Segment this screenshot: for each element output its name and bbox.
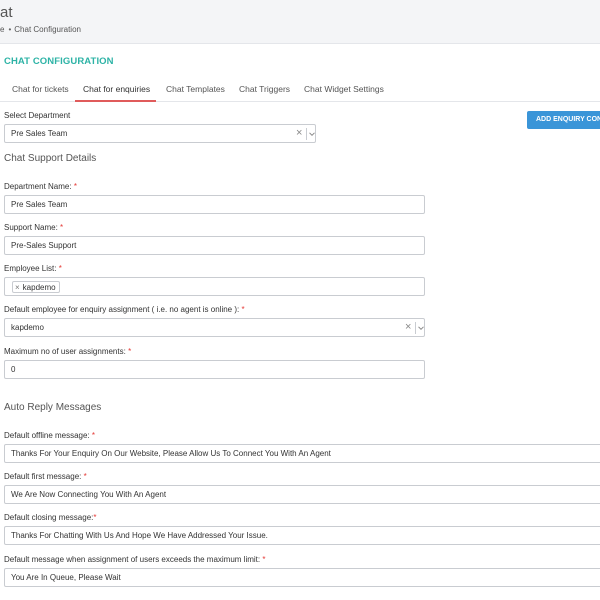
auto-reply-heading: Auto Reply Messages — [4, 402, 102, 413]
remove-tag-icon[interactable]: × — [15, 283, 20, 292]
chat-support-details-heading: Chat Support Details — [4, 153, 97, 164]
active-tab-indicator — [75, 100, 156, 102]
required-marker: * — [128, 347, 132, 356]
tab-chat-for-enquiries[interactable]: Chat for enquiries — [83, 84, 150, 94]
select-department-label: Select Department — [4, 111, 71, 120]
tab-bar: Chat for tickets Chat for enquiries Chat… — [0, 80, 600, 102]
department-name-field[interactable]: Pre Sales Team — [4, 195, 425, 214]
default-employee-select[interactable]: kapdemo × — [4, 318, 425, 337]
first-message-label: Default first message: * — [4, 472, 87, 481]
max-assignments-label: Maximum no of user assignments: * — [4, 347, 132, 356]
queue-message-field[interactable]: You Are In Queue, Please Wait — [4, 568, 600, 587]
required-marker: * — [60, 223, 64, 232]
queue-message-label: Default message when assignment of users… — [4, 555, 266, 564]
required-marker: * — [91, 431, 96, 440]
employee-list-label: Employee List: * — [4, 264, 62, 273]
default-employee-label: Default employee for enquiry assignment … — [4, 305, 245, 314]
department-name-label: Department Name: * — [4, 182, 77, 191]
chevron-down-icon[interactable] — [417, 324, 425, 332]
clear-icon[interactable]: × — [405, 321, 411, 333]
tab-chat-widget-settings[interactable]: Chat Widget Settings — [304, 84, 384, 94]
clear-icon[interactable]: × — [296, 127, 302, 139]
required-marker: * — [93, 513, 97, 522]
breadcrumb: e • Chat Configuration — [0, 25, 81, 34]
closing-message-label: Default closing message:* — [4, 513, 97, 522]
support-name-label: Support Name: * — [4, 223, 64, 232]
required-marker: * — [73, 182, 77, 191]
closing-message-field[interactable]: Thanks For Chatting With Us And Hope We … — [4, 526, 600, 545]
support-name-field[interactable]: Pre-Sales Support — [4, 236, 425, 255]
required-marker: * — [262, 555, 266, 564]
breadcrumb-separator: • — [8, 25, 12, 34]
select-divider — [306, 128, 307, 140]
page-header: at e • Chat Configuration — [0, 0, 600, 44]
offline-message-field[interactable]: Thanks For Your Enquiry On Our Website, … — [4, 444, 600, 463]
required-marker: * — [58, 264, 62, 273]
tab-chat-templates[interactable]: Chat Templates — [166, 84, 225, 94]
required-marker: * — [241, 305, 245, 314]
tab-chat-triggers[interactable]: Chat Triggers — [239, 84, 290, 94]
breadcrumb-item-home[interactable]: e — [0, 25, 4, 34]
employee-tag[interactable]: × kapdemo — [12, 281, 60, 293]
first-message-field[interactable]: We Are Now Connecting You With An Agent — [4, 485, 600, 504]
chevron-down-icon[interactable] — [308, 130, 316, 138]
department-select-value: Pre Sales Team — [11, 129, 68, 138]
add-enquiry-config-button[interactable]: ADD ENQUIRY CONF — [527, 111, 600, 129]
offline-message-label: Default offline message: * — [4, 431, 96, 440]
default-employee-value: kapdemo — [11, 323, 44, 332]
breadcrumb-item-current: Chat Configuration — [14, 25, 81, 34]
department-select[interactable]: Pre Sales Team × — [4, 124, 316, 143]
select-divider — [415, 322, 416, 334]
required-marker: * — [83, 472, 87, 481]
page-title: at — [0, 4, 13, 21]
tab-chat-for-tickets[interactable]: Chat for tickets — [12, 84, 69, 94]
section-heading: CHAT CONFIGURATION — [4, 56, 114, 67]
max-assignments-field[interactable]: 0 — [4, 360, 425, 379]
employee-list-field[interactable]: × kapdemo — [4, 277, 425, 296]
